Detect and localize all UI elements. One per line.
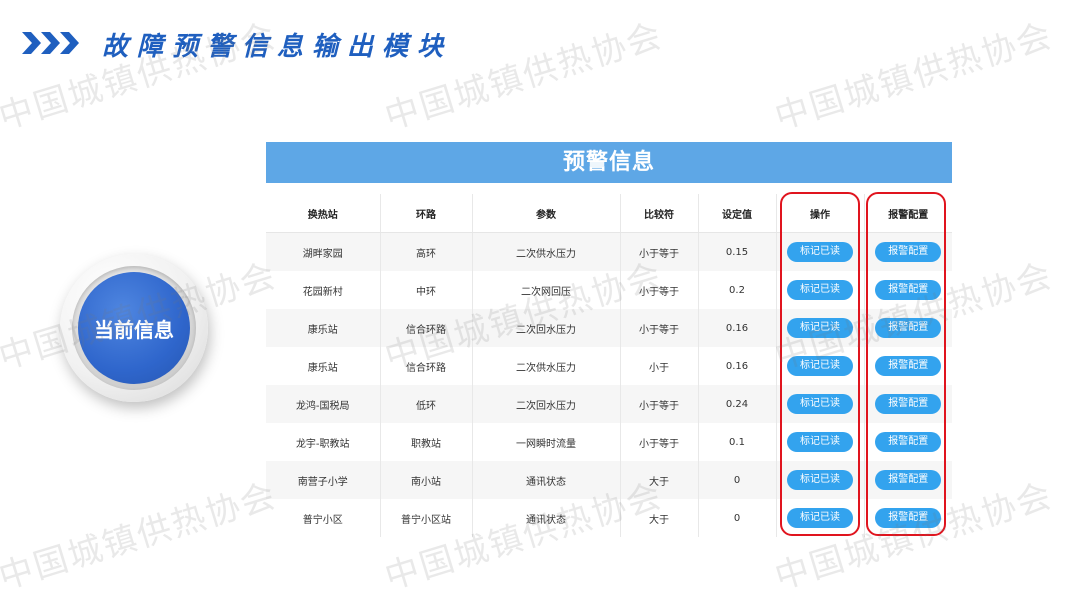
cell-loop: 信合环路 [380, 347, 473, 385]
col-header-station: 换热站 [266, 194, 381, 233]
cell-setpoint: 0.16 [698, 347, 777, 385]
cell-comparator: 小于等于 [620, 423, 699, 461]
cell-station: 龙宇-职教站 [266, 423, 381, 461]
cell-loop: 普宁小区站 [380, 499, 473, 537]
cell-setpoint: 0 [698, 499, 777, 537]
cell-comparator: 大于 [620, 461, 699, 499]
cell-param: 二次回水压力 [472, 309, 621, 347]
current-info-badge: 当前信息 [60, 254, 208, 402]
panel-title: 预警信息 [266, 142, 952, 183]
cell-setpoint: 0.16 [698, 309, 777, 347]
cell-param: 通讯状态 [472, 499, 621, 537]
cell-loop: 职教站 [380, 423, 473, 461]
col-header-comparator: 比较符 [620, 194, 699, 233]
cell-comparator: 小于等于 [620, 385, 699, 423]
cell-station: 龙鸿-国税局 [266, 385, 381, 423]
cell-setpoint: 0.2 [698, 271, 777, 309]
cell-param: 通讯状态 [472, 461, 621, 499]
warning-panel: 预警信息 换热站 环路 参数 比较符 设定值 操作 报警配置 湖畔家园 高环 二次供… [266, 142, 952, 537]
cell-param: 二次供水压力 [472, 232, 621, 271]
slide-title: 故障预警信息输出模块 [102, 32, 453, 62]
cell-loop: 信合环路 [380, 309, 473, 347]
cell-station: 湖畔家园 [266, 232, 381, 271]
cell-station: 康乐站 [266, 309, 381, 347]
watermark: 中国城镇供热协会 [0, 475, 282, 598]
alarm-config-column-highlight [866, 192, 946, 536]
cell-station: 康乐站 [266, 347, 381, 385]
cell-comparator: 大于 [620, 499, 699, 537]
cell-comparator: 小于 [620, 347, 699, 385]
cell-comparator: 小于等于 [620, 232, 699, 271]
cell-setpoint: 0.1 [698, 423, 777, 461]
cell-param: 二次网回压 [472, 271, 621, 309]
col-header-param: 参数 [472, 194, 621, 233]
cell-loop: 中环 [380, 271, 473, 309]
cell-loop: 低环 [380, 385, 473, 423]
badge-label: 当前信息 [78, 272, 190, 384]
action-column-highlight [780, 192, 860, 536]
cell-comparator: 小于等于 [620, 271, 699, 309]
cell-param: 二次回水压力 [472, 385, 621, 423]
cell-station: 南营子小学 [266, 461, 381, 499]
watermark: 中国城镇供热协会 [770, 15, 1058, 138]
cell-setpoint: 0 [698, 461, 777, 499]
cell-param: 一网瞬时流量 [472, 423, 621, 461]
triple-chevron-icon [22, 30, 82, 56]
col-header-loop: 环路 [380, 194, 473, 233]
cell-station: 花园新村 [266, 271, 381, 309]
cell-loop: 南小站 [380, 461, 473, 499]
cell-station: 普宁小区 [266, 499, 381, 537]
cell-setpoint: 0.15 [698, 232, 777, 271]
cell-param: 二次供水压力 [472, 347, 621, 385]
cell-comparator: 小于等于 [620, 309, 699, 347]
cell-setpoint: 0.24 [698, 385, 777, 423]
cell-loop: 高环 [380, 232, 473, 271]
col-header-setpoint: 设定值 [698, 194, 777, 233]
